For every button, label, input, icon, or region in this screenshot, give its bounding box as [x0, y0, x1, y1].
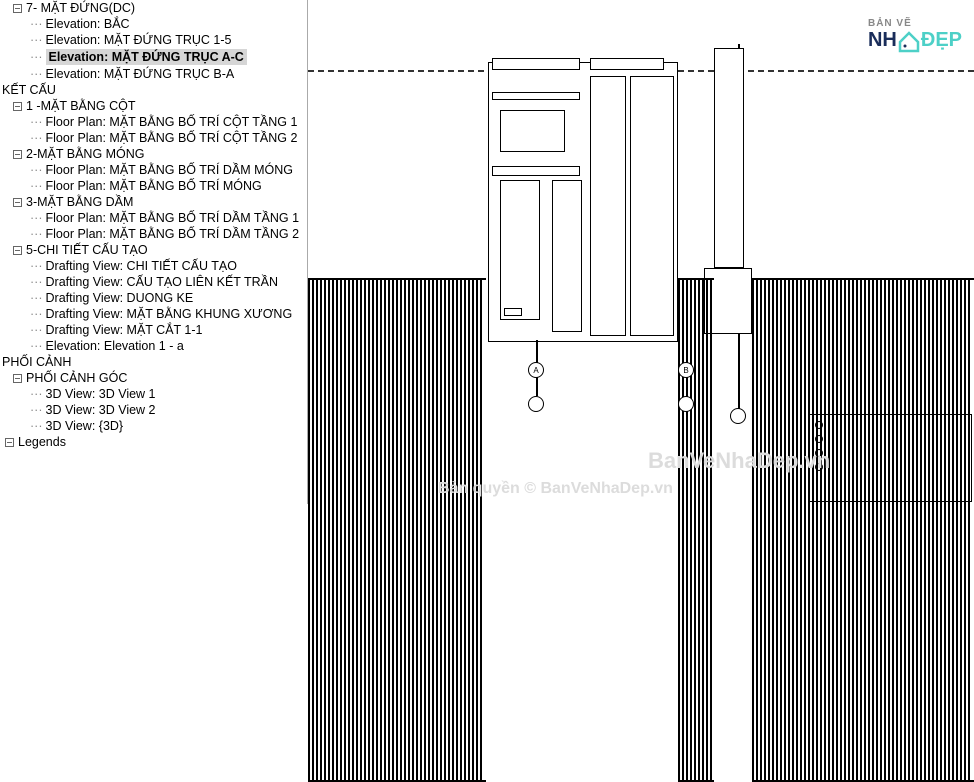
tree-leaf-icon: ···: [30, 67, 43, 81]
tree-leaf-icon: ···: [30, 115, 43, 129]
tree-leaf-icon: ···: [30, 227, 43, 241]
building-element: [590, 58, 664, 70]
tree-item-view[interactable]: Drafting View: CHI TIẾT CẤU TẠO: [46, 259, 238, 273]
building-element: [492, 166, 580, 176]
tree-group[interactable]: 2-MẶT BẰNG MÓNG: [26, 147, 145, 161]
tree-leaf-icon: ···: [30, 50, 43, 64]
legend-item: [815, 435, 823, 443]
expand-toggle[interactable]: [10, 243, 24, 257]
tree-leaf-icon: ···: [30, 163, 43, 177]
tree-leaf-icon: ···: [30, 387, 43, 401]
building-element: [492, 58, 580, 70]
building-door: [500, 180, 540, 320]
tree-group[interactable]: 1 -MẶT BẰNG CỘT: [26, 99, 136, 113]
legend-item: [815, 421, 823, 429]
tree-item-floorplan[interactable]: Floor Plan: MẶT BẰNG BỐ TRÍ DẦM MÓNG: [46, 163, 294, 177]
tree-item-elevation-selected[interactable]: Elevation: MẶT ĐỨNG TRỤC A-C: [46, 49, 247, 65]
tree-item-floorplan[interactable]: Floor Plan: MẶT BẰNG BỐ TRÍ CỘT TẦNG 2: [46, 131, 298, 145]
expand-toggle[interactable]: [10, 1, 24, 15]
fence: [752, 278, 974, 782]
tree-item-view[interactable]: Drafting View: CẤU TẠO LIÊN KẾT TRẦN: [46, 275, 278, 289]
tree-item-view[interactable]: Elevation: Elevation 1 - a: [46, 339, 184, 353]
tree-leaf-icon: ···: [30, 211, 43, 225]
watermark-url: BanVeNhaDep.vn: [648, 448, 830, 474]
tree-leaf-icon: ···: [30, 307, 43, 321]
grid-marker: [528, 396, 544, 412]
tree-item-view[interactable]: Drafting View: MẶT BẰNG KHUNG XƯƠNG: [46, 307, 293, 321]
building-pillar: [714, 48, 744, 268]
tree-group[interactable]: PHỐI CẢNH GÓC: [26, 371, 127, 385]
tree-item-3dview[interactable]: 3D View: 3D View 2: [46, 403, 156, 417]
tree-item-elevation[interactable]: Elevation: MẶT ĐỨNG TRỤC B-A: [46, 67, 235, 81]
tree-leaf-icon: ···: [30, 323, 43, 337]
tree-item-elevation[interactable]: Elevation: MẶT ĐỨNG TRỤC 1-5: [46, 33, 232, 47]
expand-toggle[interactable]: [10, 371, 24, 385]
expand-toggle[interactable]: [10, 195, 24, 209]
tree-item-view[interactable]: Drafting View: DUONG KE: [46, 291, 194, 305]
tree-leaf-icon: ···: [30, 179, 43, 193]
tree-item-floorplan[interactable]: Floor Plan: MẶT BẰNG BỐ TRÍ DẦM TẦNG 1: [46, 211, 300, 225]
expand-toggle[interactable]: [10, 99, 24, 113]
tree-leaf-icon: ···: [30, 33, 43, 47]
tree-item-floorplan[interactable]: Floor Plan: MẶT BẰNG BỐ TRÍ DẦM TẦNG 2: [46, 227, 300, 241]
drawing-canvas[interactable]: BẢN VẼ NHĐẸP A B BanVeNhaDep.vn Bản quyề…: [308, 0, 974, 504]
tree-item-floorplan[interactable]: Floor Plan: MẶT BẰNG BỐ TRÍ CỘT TẦNG 1: [46, 115, 298, 129]
tree-item-floorplan[interactable]: Floor Plan: MẶT BẰNG BỐ TRÍ MÓNG: [46, 179, 262, 193]
tree-section[interactable]: KẾT CẤU: [2, 83, 56, 97]
tree-item-view[interactable]: Drafting View: MẶT CẮT 1-1: [46, 323, 203, 337]
tree-group[interactable]: 5-CHI TIẾT CẤU TẠO: [26, 243, 148, 257]
building-column: [630, 76, 674, 336]
tree-leaf-icon: ···: [30, 259, 43, 273]
tree-legends[interactable]: Legends: [18, 435, 66, 449]
tree-leaf-icon: ···: [30, 131, 43, 145]
building-element: [504, 308, 522, 316]
tree-item-3dview[interactable]: 3D View: {3D}: [46, 419, 124, 433]
grid-marker: [730, 408, 746, 424]
tree-item-3dview[interactable]: 3D View: 3D View 1: [46, 387, 156, 401]
fence: [308, 278, 486, 782]
tree-leaf-icon: ···: [30, 419, 43, 433]
tree-leaf-icon: ···: [30, 291, 43, 305]
grid-marker: [678, 396, 694, 412]
tree-group[interactable]: 7- MẶT ĐỨNG(DC): [26, 1, 135, 15]
tree-leaf-icon: ···: [30, 17, 43, 31]
tree-leaf-icon: ···: [30, 339, 43, 353]
tree-leaf-icon: ···: [30, 403, 43, 417]
building-column: [590, 76, 626, 336]
expand-toggle[interactable]: [2, 435, 16, 449]
watermark-copyright: Bản quyền © BanVeNhaDep.vn: [438, 480, 673, 498]
grid-marker-a: A: [528, 362, 544, 378]
grid-marker-b: B: [678, 362, 694, 378]
expand-toggle[interactable]: [10, 147, 24, 161]
building-element: [552, 180, 582, 332]
building-element: [492, 92, 580, 100]
building-window: [500, 110, 565, 152]
tree-section[interactable]: PHỐI CẢNH: [2, 355, 71, 369]
legend-box: [808, 414, 972, 502]
tree-leaf-icon: ···: [30, 275, 43, 289]
watermark-logo: BẢN VẼ NHĐẸP: [868, 18, 962, 54]
tree-group[interactable]: 3-MẶT BẰNG DẦM: [26, 195, 133, 209]
fence: [678, 278, 714, 782]
project-browser-panel[interactable]: 7- MẶT ĐỨNG(DC) ···Elevation: BẮC ···Ele…: [0, 0, 308, 504]
tree-item-elevation[interactable]: Elevation: BẮC: [46, 17, 130, 31]
